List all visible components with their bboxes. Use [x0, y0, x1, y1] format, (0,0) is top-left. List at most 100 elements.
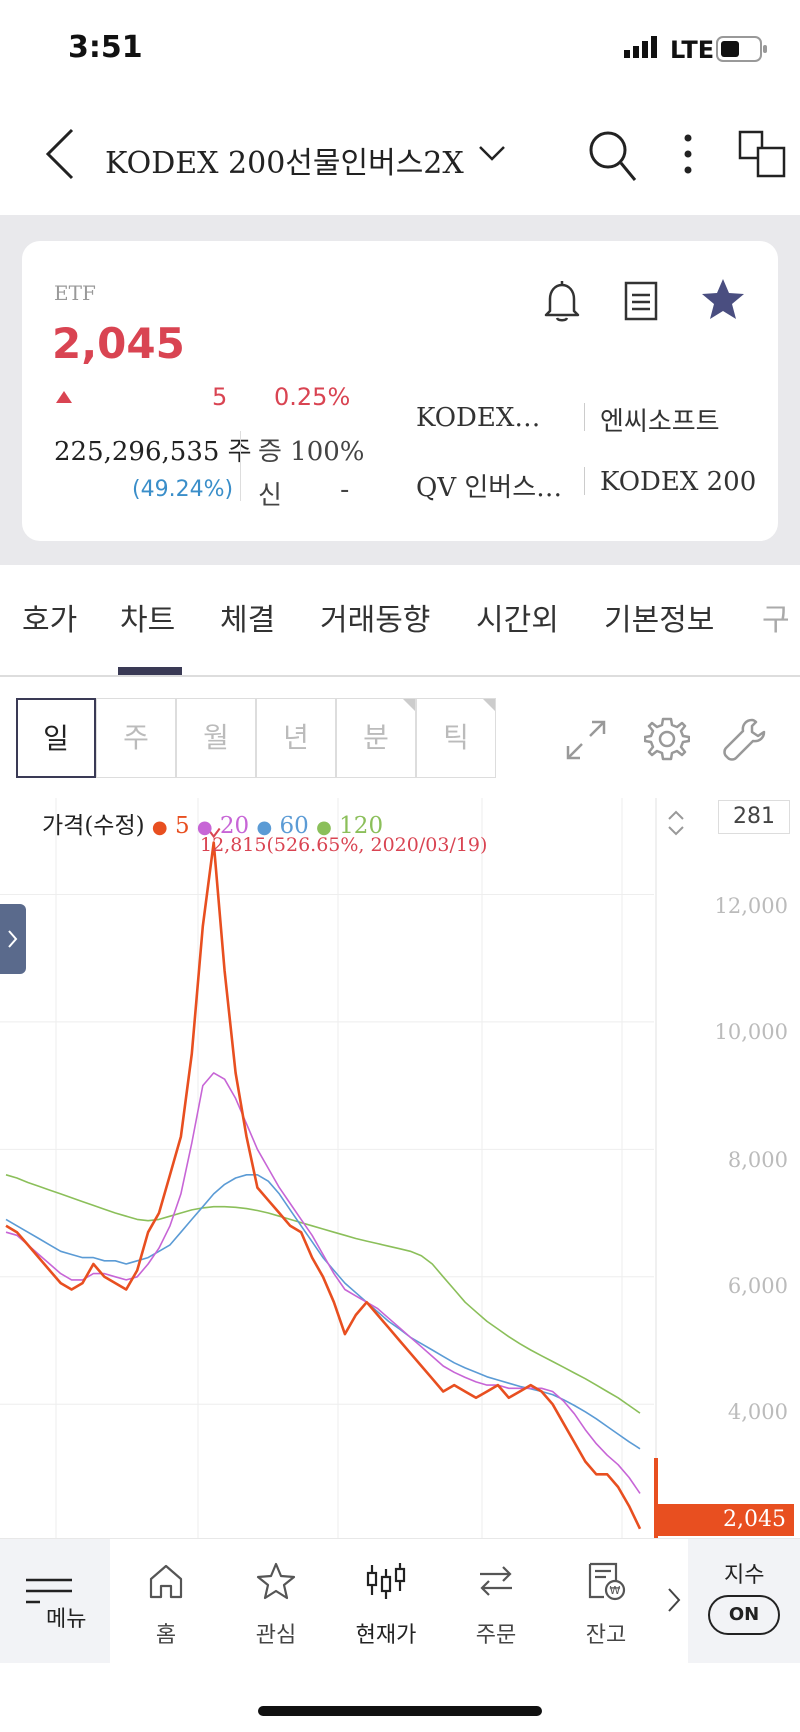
home-icon [149, 1564, 183, 1599]
chart-series-group [5, 841, 642, 1530]
favorite-star-icon[interactable] [700, 277, 746, 321]
tab-more[interactable]: 구 [762, 595, 790, 639]
period-minute-button[interactable]: 분 [336, 698, 416, 778]
status-time: 3:51 [68, 30, 143, 65]
tab-bar: 호가 차트 체결 거래동향 시간외 기본정보 구 [0, 565, 800, 677]
series-line-60 [5, 1173, 641, 1450]
chevron-right-icon [8, 930, 18, 948]
y-tick-label: 10,000 [714, 1020, 788, 1044]
divider [584, 467, 585, 495]
volume-ratio: (49.24%) [132, 477, 234, 502]
chart-canvas[interactable] [0, 798, 800, 1538]
summary-area: ETF 2,045 5 0.25% 225,296,535 주 (49.24%)… [0, 215, 800, 565]
nav-balance[interactable]: ₩ 잔고 [556, 1539, 656, 1663]
search-icon[interactable] [588, 130, 638, 184]
tab-orderbook[interactable]: 호가 [22, 595, 77, 639]
swap-arrows-icon [480, 1566, 512, 1596]
nav-home-label: 홈 [155, 1623, 177, 1648]
nav-current-price[interactable]: 현재가 [336, 1539, 436, 1663]
price-change-pct: 0.25% [274, 383, 351, 411]
index-panel: 지수 ON [688, 1539, 800, 1663]
series-line-가격(수정) [5, 841, 642, 1530]
home-indicator [258, 1706, 542, 1716]
period-month-button[interactable]: 월 [176, 698, 256, 778]
signal-icon [624, 36, 657, 58]
nav-order-label: 주문 [475, 1623, 517, 1648]
y-tick-label: 8,000 [727, 1148, 788, 1172]
menu-label: 메뉴 [46, 1607, 87, 1632]
window-switch-icon[interactable] [738, 130, 788, 180]
nav-balance-label: 잔고 [585, 1623, 627, 1648]
period-year-button[interactable]: 년 [256, 698, 336, 778]
series-line-20 [5, 1072, 641, 1494]
credit-label: 신 [258, 481, 282, 511]
related-stock-2[interactable]: 엔씨소프트 [600, 401, 720, 438]
bottom-navigation: 메뉴 홈 관심 현재가 주문 ₩ 잔고 지수 ON [0, 1538, 800, 1663]
price-chart[interactable] [0, 798, 800, 1538]
up-arrow-icon [56, 391, 72, 403]
legend-price-label: 가격(수정) [42, 813, 145, 839]
tab-after-hours[interactable]: 시간외 [476, 595, 559, 639]
nav-order[interactable]: 주문 [446, 1539, 546, 1663]
period-tick-button[interactable]: 틱 [416, 698, 496, 778]
side-panel-toggle[interactable] [0, 904, 26, 974]
chevron-down-icon[interactable] [476, 142, 508, 164]
summary-card: ETF 2,045 5 0.25% 225,296,535 주 (49.24%)… [22, 241, 778, 541]
chart-markers [206, 827, 658, 1538]
tab-basic-info[interactable]: 기본정보 [604, 595, 714, 639]
chevron-right-icon[interactable] [666, 1585, 682, 1615]
wrench-icon[interactable] [722, 716, 768, 762]
chart-grid [0, 798, 657, 1538]
sort-updown-icon[interactable] [665, 808, 687, 838]
legend-dot-ma5: ● [151, 817, 168, 838]
chart-count[interactable]: 281 [718, 800, 790, 834]
margin-rate: 증 100% [258, 437, 365, 467]
related-stock-1[interactable]: KODEX… [416, 403, 540, 433]
y-tick-label: 6,000 [727, 1274, 788, 1298]
tab-executions[interactable]: 체결 [220, 595, 275, 639]
candlestick-icon [366, 1563, 406, 1599]
last-price-marker: 2,045 [656, 1504, 794, 1536]
related-stock-4[interactable]: KODEX 200 [600, 467, 756, 497]
star-outline-icon [256, 1562, 296, 1600]
menu-button[interactable]: 메뉴 [0, 1539, 110, 1663]
battery-icon [716, 36, 767, 62]
related-stock-3[interactable]: QV 인버스… [416, 467, 562, 504]
current-price: 2,045 [52, 319, 185, 368]
peak-annotation: 12,815(526.65%, 2020/03/19) [200, 834, 488, 856]
nav-watchlist-label: 관심 [255, 1623, 297, 1648]
balance-icon: ₩ [588, 1562, 626, 1601]
header-bar: KODEX 200선물인버스2X [0, 100, 800, 215]
legend-ma5-label: 5 [174, 813, 190, 839]
active-tab-indicator [118, 667, 182, 675]
index-toggle-button[interactable]: ON [708, 1595, 780, 1635]
gear-icon[interactable] [644, 716, 690, 762]
more-vertical-icon[interactable] [678, 130, 698, 180]
y-tick-label: 4,000 [727, 1400, 788, 1424]
nav-current-price-label: 현재가 [355, 1623, 417, 1648]
divider [584, 403, 585, 431]
period-day-button[interactable]: 일 [16, 698, 96, 778]
tab-chart[interactable]: 차트 [120, 595, 175, 639]
y-tick-label: 12,000 [714, 894, 788, 918]
index-label: 지수 [724, 1563, 765, 1588]
svg-text:₩: ₩ [610, 1584, 621, 1597]
stock-title[interactable]: KODEX 200선물인버스2X [105, 138, 464, 182]
memo-icon[interactable] [624, 281, 658, 321]
asset-type-label: ETF [54, 281, 96, 305]
trade-volume: 225,296,535 주 [54, 437, 252, 467]
series-line-120 [5, 1174, 641, 1414]
status-bar: 3:51 LTE [0, 0, 800, 100]
period-week-button[interactable]: 주 [96, 698, 176, 778]
back-arrow-icon[interactable] [40, 124, 80, 184]
nav-home[interactable]: 홈 [116, 1539, 216, 1663]
tab-trade-trends[interactable]: 거래동향 [320, 595, 430, 639]
credit-value: - [340, 475, 350, 505]
network-label: LTE [670, 36, 715, 64]
period-selector: 일 주 월 년 분 틱 [0, 678, 800, 778]
divider [240, 431, 241, 501]
price-change: 5 [212, 383, 228, 411]
expand-icon[interactable] [564, 718, 608, 762]
bell-icon[interactable] [542, 279, 582, 323]
nav-watchlist[interactable]: 관심 [226, 1539, 326, 1663]
